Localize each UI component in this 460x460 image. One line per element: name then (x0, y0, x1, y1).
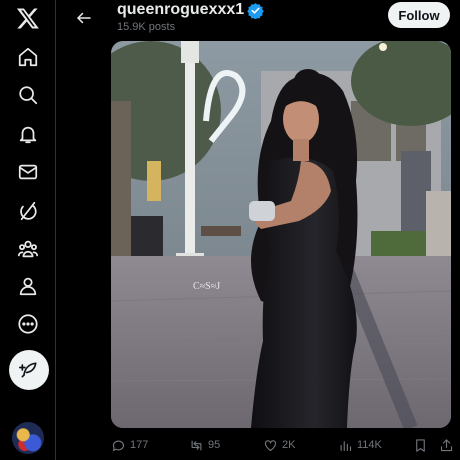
bookmark-icon (416, 438, 425, 452)
reply-icon (112, 440, 125, 451)
share-button[interactable] (439, 434, 454, 456)
post-photo[interactable]: C≈S≈J (111, 41, 451, 428)
username-row: queenroguexxx1 (117, 1, 264, 19)
like-count: 2K (282, 439, 296, 451)
heart-icon (264, 439, 277, 451)
bookmark-button[interactable] (413, 434, 428, 456)
repost-button[interactable]: 95 (189, 434, 220, 456)
home-icon[interactable] (10, 39, 46, 75)
communities-icon[interactable] (10, 231, 46, 267)
bell-icon[interactable] (10, 116, 46, 152)
views-button[interactable]: 114K (338, 434, 382, 456)
profile-header: queenroguexxx1 15.9K posts Follow (56, 0, 460, 40)
like-button[interactable]: 2K (263, 434, 295, 456)
repost-icon (191, 440, 202, 450)
analytics-icon (340, 440, 352, 451)
compose-post-button[interactable] (9, 350, 49, 390)
photo-watermark: C≈S≈J (193, 281, 220, 292)
back-button[interactable] (70, 4, 98, 32)
share-icon (440, 438, 453, 451)
posts-count: 15.9K posts (117, 21, 176, 33)
mail-icon[interactable] (10, 154, 46, 190)
post-actions: 177 95 2K 114K (111, 432, 456, 458)
search-icon[interactable] (10, 77, 46, 113)
repost-count: 95 (208, 439, 221, 451)
reply-count: 177 (130, 439, 149, 451)
x-logo-icon[interactable] (10, 0, 46, 36)
profile-icon[interactable] (10, 268, 46, 304)
follow-button[interactable]: Follow (388, 2, 450, 28)
account-avatar[interactable] (12, 422, 44, 454)
reply-button[interactable]: 177 (111, 434, 148, 456)
verified-badge-icon (247, 2, 264, 19)
grok-icon[interactable] (10, 193, 46, 229)
feather-plus-icon (19, 362, 37, 378)
arrow-left-icon (77, 12, 91, 24)
sidebar-nav (0, 0, 56, 460)
views-count: 114K (357, 439, 382, 451)
profile-username: queenroguexxx1 (117, 1, 245, 18)
more-icon[interactable] (10, 306, 46, 342)
